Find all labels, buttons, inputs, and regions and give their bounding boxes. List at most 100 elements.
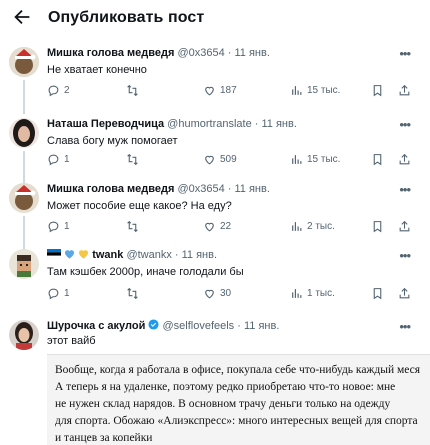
page-title: Опубликовать пост bbox=[48, 9, 205, 26]
bear-avatar-icon bbox=[9, 183, 39, 213]
repost-icon bbox=[127, 220, 138, 233]
post-header: Шурочка с акулой @selflovefeels · 11 янв… bbox=[47, 319, 279, 333]
views-count: 15 тыс. bbox=[307, 154, 341, 165]
more-icon[interactable]: ••• bbox=[399, 117, 411, 132]
reply-button[interactable]: 1 bbox=[47, 153, 70, 166]
repost-icon bbox=[127, 84, 138, 97]
reply-count: 2 bbox=[64, 85, 70, 96]
bookmark-button[interactable] bbox=[371, 287, 384, 300]
user-handle[interactable]: @0x3654 bbox=[177, 47, 224, 59]
woman-avatar-icon bbox=[9, 118, 39, 148]
reply-icon bbox=[48, 85, 59, 97]
attached-image[interactable]: Вообще, когда я работала в офисе, покупа… bbox=[47, 354, 430, 445]
reply-button[interactable]: 2 bbox=[47, 84, 70, 97]
post-time[interactable]: · 11 янв. bbox=[175, 249, 217, 261]
like-button[interactable]: 30 bbox=[203, 287, 231, 300]
reply-post[interactable]: twank @twankx · 11 янв. ••• Там кэшбек 2… bbox=[0, 248, 430, 310]
post-header: Мишка голова медведя @0x3654 · 11 янв. bbox=[47, 46, 270, 60]
display-name[interactable]: Шурочка с акулой bbox=[47, 320, 145, 332]
post-text: Там кэшбек 2000р, иначе голодали бы bbox=[47, 266, 244, 278]
reply-post[interactable]: Мишка голова медведя @0x3654 · 11 янв. •… bbox=[0, 46, 430, 114]
reply-post[interactable]: Наташа Переводчица @humortranslate · 11 … bbox=[0, 117, 430, 185]
avatar[interactable] bbox=[9, 320, 39, 350]
share-button[interactable] bbox=[398, 84, 411, 97]
action-bar: 2 187 15 тыс. bbox=[47, 84, 419, 100]
bookmark-icon bbox=[373, 154, 382, 166]
user-handle[interactable]: @0x3654 bbox=[177, 183, 224, 195]
like-count: 22 bbox=[220, 221, 232, 232]
bookmark-icon bbox=[373, 288, 382, 300]
repost-button[interactable] bbox=[126, 287, 143, 300]
views-count: 1 тыс. bbox=[307, 288, 335, 299]
post-header: Мишка голова медведя @0x3654 · 11 янв. bbox=[47, 182, 270, 196]
bookmark-button[interactable] bbox=[371, 84, 384, 97]
avatar[interactable] bbox=[9, 249, 39, 279]
views-icon bbox=[292, 86, 302, 95]
more-icon[interactable]: ••• bbox=[399, 46, 411, 61]
more-icon[interactable]: ••• bbox=[399, 319, 411, 334]
like-icon bbox=[205, 289, 214, 299]
post-text: Слава богу муж помогает bbox=[47, 135, 178, 147]
like-icon bbox=[205, 222, 214, 232]
share-button[interactable] bbox=[398, 287, 411, 300]
repost-icon bbox=[127, 153, 138, 166]
reply-button[interactable]: 1 bbox=[47, 220, 70, 233]
more-icon[interactable]: ••• bbox=[399, 182, 411, 197]
like-icon bbox=[205, 86, 214, 96]
action-bar: 1 22 2 тыс. bbox=[47, 220, 419, 236]
reply-icon bbox=[48, 288, 59, 300]
blue-heart-icon bbox=[65, 250, 75, 259]
display-name[interactable]: twank bbox=[92, 249, 123, 261]
reply-post[interactable]: Мишка голова медведя @0x3654 · 11 янв. •… bbox=[0, 182, 430, 250]
post-text: Может пособие еще какое? На еду? bbox=[47, 200, 232, 212]
reply-button[interactable]: 1 bbox=[47, 287, 70, 300]
bookmark-button[interactable] bbox=[371, 153, 384, 166]
repost-icon bbox=[127, 287, 138, 300]
views-count: 15 тыс. bbox=[307, 85, 341, 96]
share-icon bbox=[399, 153, 410, 165]
bear-avatar-icon bbox=[9, 47, 39, 77]
share-button[interactable] bbox=[398, 153, 411, 166]
post-time[interactable]: · 11 янв. bbox=[228, 47, 270, 59]
more-icon[interactable]: ••• bbox=[399, 248, 411, 263]
share-button[interactable] bbox=[398, 220, 411, 233]
display-name[interactable]: Мишка голова медведя bbox=[47, 183, 174, 195]
like-button[interactable]: 509 bbox=[203, 153, 237, 166]
views-button[interactable]: 15 тыс. bbox=[290, 84, 340, 97]
views-button[interactable]: 2 тыс. bbox=[290, 220, 335, 233]
thread-line bbox=[23, 151, 25, 185]
like-button[interactable]: 22 bbox=[203, 220, 231, 233]
share-icon bbox=[399, 84, 410, 96]
thread-line bbox=[23, 80, 25, 114]
back-arrow-icon[interactable] bbox=[11, 6, 33, 28]
views-button[interactable]: 1 тыс. bbox=[290, 287, 335, 300]
views-button[interactable]: 15 тыс. bbox=[290, 153, 340, 166]
estonia-flag-icon bbox=[47, 249, 61, 259]
top-bar: Опубликовать пост bbox=[0, 0, 430, 36]
repost-button[interactable] bbox=[126, 84, 143, 97]
user-handle[interactable]: @twankx bbox=[126, 249, 171, 261]
user-handle[interactable]: @selflovefeels bbox=[162, 320, 234, 332]
display-name[interactable]: Наташа Переводчица bbox=[47, 118, 164, 130]
share-icon bbox=[399, 287, 410, 299]
views-count: 2 тыс. bbox=[307, 221, 335, 232]
post-time[interactable]: · 11 янв. bbox=[255, 118, 297, 130]
avatar[interactable] bbox=[9, 183, 39, 213]
views-icon bbox=[292, 289, 302, 298]
avatar[interactable] bbox=[9, 47, 39, 77]
share-icon bbox=[399, 220, 410, 232]
user-handle[interactable]: @humortranslate bbox=[167, 118, 252, 130]
like-count: 187 bbox=[220, 85, 237, 96]
repost-button[interactable] bbox=[126, 220, 143, 233]
avatar[interactable] bbox=[9, 118, 39, 148]
views-icon bbox=[292, 222, 302, 231]
display-name[interactable]: Мишка голова медведя bbox=[47, 47, 174, 59]
image-text: Вообще, когда я работала в офисе, покупа… bbox=[55, 364, 421, 444]
post-header: twank @twankx · 11 янв. bbox=[47, 248, 217, 262]
repost-button[interactable] bbox=[126, 153, 143, 166]
bookmark-button[interactable] bbox=[371, 220, 384, 233]
post-time[interactable]: · 11 янв. bbox=[228, 183, 270, 195]
post-time[interactable]: · 11 янв. bbox=[237, 320, 279, 332]
like-button[interactable]: 187 bbox=[203, 84, 237, 97]
post-text: этот вайб bbox=[47, 335, 96, 347]
